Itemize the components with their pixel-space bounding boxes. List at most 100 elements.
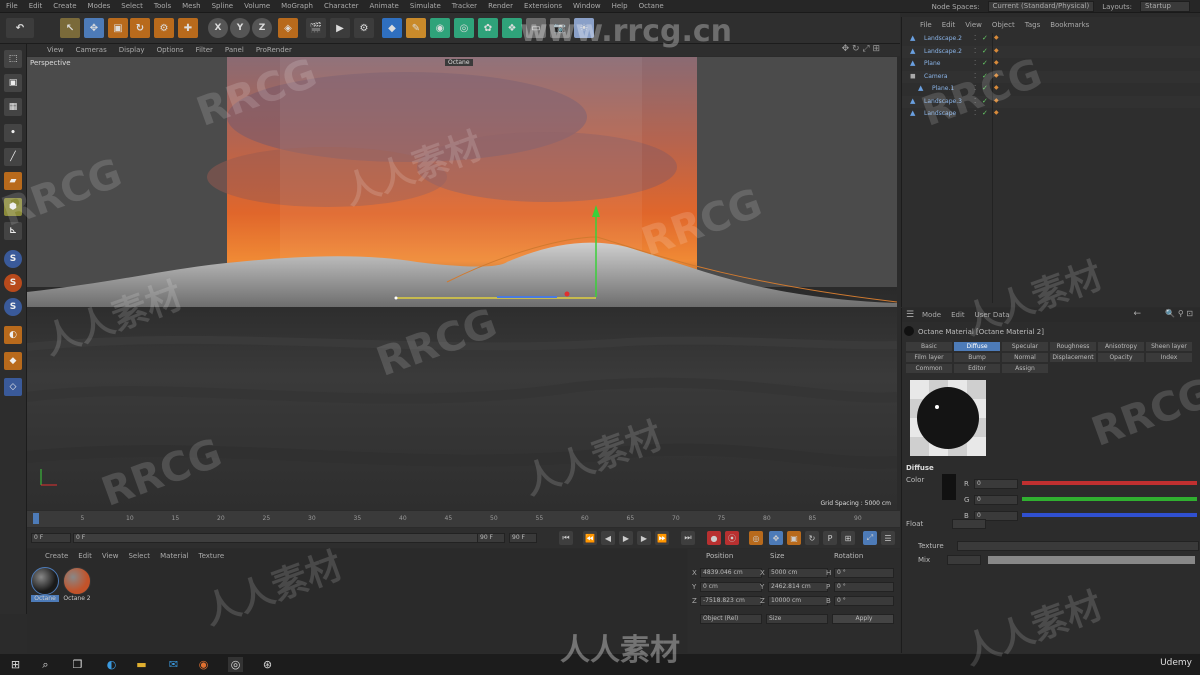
object-menu-edit[interactable]: Edit (942, 21, 956, 29)
object-menu-tags[interactable]: Tags (1025, 21, 1041, 29)
play-icon[interactable]: ▶ (619, 531, 633, 545)
viewport-menu-display[interactable]: Display (119, 46, 145, 54)
key-rotation-icon[interactable]: ↻ (805, 531, 819, 545)
float-field[interactable] (952, 519, 986, 529)
rgb-value-g[interactable]: 0 (974, 495, 1018, 505)
tab-assign[interactable]: Assign (1002, 364, 1048, 373)
max-frame-field[interactable]: 90 F (509, 533, 537, 543)
octane-handle-label[interactable]: Octane (445, 59, 473, 66)
material-thumbnail[interactable] (31, 567, 59, 595)
material-menu-select[interactable]: Select (128, 552, 150, 560)
back-arrow-icon[interactable]: ← (1133, 309, 1141, 319)
rgb-slider-b[interactable] (1022, 513, 1197, 517)
pen-icon[interactable]: ✎ (406, 18, 426, 38)
prev-frame-icon[interactable]: ◀ (601, 531, 615, 545)
hamburger-icon[interactable]: ☰ (906, 310, 914, 320)
material-menu-view[interactable]: View (102, 552, 119, 560)
object-name[interactable]: Plane (924, 60, 940, 67)
undo-icon[interactable]: ↶ (6, 18, 34, 38)
position-field[interactable]: -7518.823 cm (700, 596, 762, 606)
timeline-menu-icon[interactable]: ☰ (881, 531, 895, 545)
key-pla-icon[interactable]: ⊞ (841, 531, 855, 545)
viewport-menu-view[interactable]: View (47, 46, 64, 54)
visibility-icon[interactable]: ⁚ (974, 34, 976, 42)
object-name[interactable]: Landscape.2 (924, 48, 962, 55)
soft-select-icon[interactable]: S (4, 298, 22, 316)
cinema4d-icon[interactable]: ◎ (228, 657, 243, 672)
check-icon[interactable]: ✓ (982, 34, 988, 42)
transform-icon[interactable]: ✚ (178, 18, 198, 38)
check-icon[interactable]: ✓ (982, 47, 988, 55)
object-menu-object[interactable]: Object (992, 21, 1015, 29)
object-row[interactable]: ▲ Plane ⁚ ✓ ◆ (902, 58, 1200, 70)
scale-tool-icon[interactable]: ▣ (108, 18, 128, 38)
search-icon[interactable]: ⌕ (38, 657, 53, 672)
object-menu-view[interactable]: View (965, 21, 982, 29)
size-mode-dropdown[interactable]: Size (766, 614, 828, 624)
material-name[interactable]: Octane (31, 595, 59, 602)
rotation-field[interactable]: 0 ° (834, 582, 894, 592)
array-icon[interactable]: ◎ (454, 18, 474, 38)
make-editable-icon[interactable]: ⬚ (4, 50, 22, 68)
windows-start-icon[interactable]: ⊞ (8, 657, 23, 672)
menu-item-file[interactable]: File (6, 2, 18, 10)
rgb-slider-g[interactable] (1022, 497, 1197, 501)
go-to-end-icon[interactable]: ⏭ (681, 531, 695, 545)
object-menu-bookmarks[interactable]: Bookmarks (1050, 21, 1089, 29)
texture-mode-icon[interactable]: ▦ (4, 98, 22, 116)
key-param-icon[interactable]: P (823, 531, 837, 545)
viewport-nav-icon[interactable]: ✥ ↻ ⤢ ⊞ (842, 44, 880, 54)
tab-roughness[interactable]: Roughness (1050, 342, 1096, 351)
rgb-slider-r[interactable] (1022, 481, 1197, 485)
mix-field[interactable] (947, 555, 981, 565)
tag-icon[interactable]: ◆ (994, 34, 999, 41)
menu-item-animate[interactable]: Animate (370, 2, 399, 10)
octane-app-icon[interactable]: ⊛ (260, 657, 275, 672)
tab-displacement[interactable]: Displacement (1050, 353, 1096, 362)
file-explorer-icon[interactable]: ▬ (134, 657, 149, 672)
visibility-icon[interactable]: ⁚ (974, 59, 976, 67)
size-field[interactable]: 10000 cm (768, 596, 828, 606)
tab-film-layer[interactable]: Film layer (906, 353, 952, 362)
deformer-icon[interactable]: ✿ (478, 18, 498, 38)
rotation-field[interactable]: 0 ° (834, 568, 894, 578)
tab-normal[interactable]: Normal (1002, 353, 1048, 362)
position-field[interactable]: 0 cm (700, 582, 762, 592)
material-menu-create[interactable]: Create (45, 552, 68, 560)
viewport-menu-prorender[interactable]: ProRender (256, 46, 292, 54)
prev-key-icon[interactable]: ⏪ (583, 531, 597, 545)
texture-field[interactable] (957, 541, 1199, 551)
material-menu-texture[interactable]: Texture (199, 552, 225, 560)
recent-tools-icon[interactable]: ⚙ (154, 18, 174, 38)
object-row[interactable]: ▲ Landscape.2 ⁚ ✓ ◆ (902, 45, 1200, 58)
rotation-field[interactable]: 0 ° (834, 596, 894, 606)
tag-icon[interactable]: ◆ (994, 47, 999, 54)
move-tool-icon[interactable]: ✥ (84, 18, 104, 38)
octane-material-icon[interactable]: ◇ (4, 378, 22, 396)
tab-index[interactable]: Index (1146, 353, 1192, 362)
preview-range-slider[interactable]: 0 F (73, 533, 493, 543)
rotate-tool-icon[interactable]: ↻ (130, 18, 150, 38)
tab-opacity[interactable]: Opacity (1098, 353, 1144, 362)
object-name[interactable]: Landscape.2 (924, 35, 962, 42)
axis-y-button[interactable]: Y (230, 18, 250, 38)
render-picture-viewer-icon[interactable]: ▶ (330, 18, 350, 38)
material-menu-edit[interactable]: Edit (78, 552, 92, 560)
menu-item-render[interactable]: Render (488, 2, 513, 10)
playhead[interactable] (33, 513, 39, 524)
layouts-dropdown[interactable]: Startup (1140, 1, 1190, 12)
menu-item-edit[interactable]: Edit (29, 2, 43, 10)
size-field[interactable]: 5000 cm (768, 568, 828, 578)
visibility-icon[interactable]: ⁚ (974, 47, 976, 55)
viewport-menu-panel[interactable]: Panel (225, 46, 244, 54)
cube-icon[interactable]: ◆ (382, 18, 402, 38)
object-name[interactable]: Camera (924, 73, 948, 80)
rgb-value-r[interactable]: 0 (974, 479, 1018, 489)
attr-tools-icon[interactable]: 🔍 ⚲ ⊡ (1165, 309, 1193, 318)
subdivision-icon[interactable]: ◉ (430, 18, 450, 38)
size-field[interactable]: 2462.814 cm (768, 582, 828, 592)
menu-item-help[interactable]: Help (612, 2, 628, 10)
autokey-icon[interactable]: ⦿ (725, 531, 739, 545)
position-field[interactable]: 4839.046 cm (700, 568, 762, 578)
menu-item-create[interactable]: Create (53, 2, 76, 10)
